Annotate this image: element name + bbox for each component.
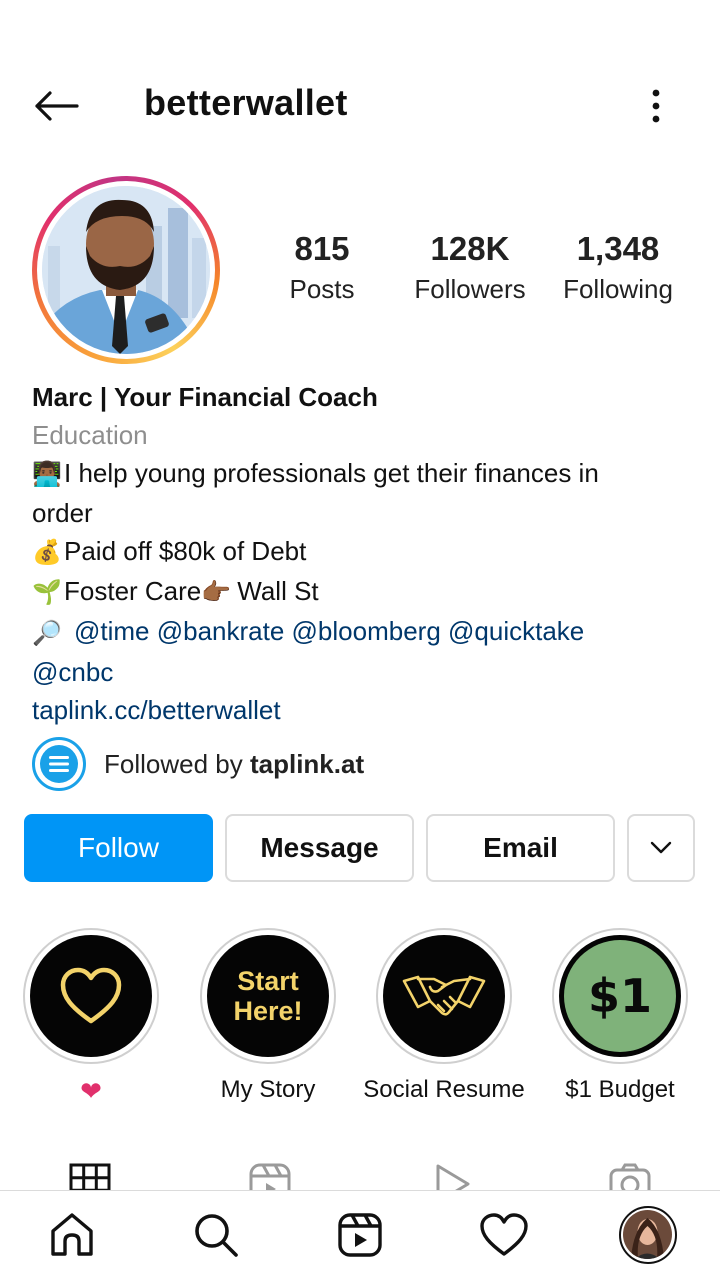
profile-avatar[interactable] <box>32 176 220 364</box>
profile-avatar-small <box>619 1206 677 1264</box>
back-button[interactable] <box>28 84 84 128</box>
handshake-icon <box>402 975 486 1016</box>
pointing-hand-emoji: 👉🏾 <box>201 579 232 607</box>
follow-button[interactable]: Follow <box>24 814 213 882</box>
followed-by-account[interactable]: taplink.at <box>250 749 364 779</box>
highlight-item[interactable]: Start Here! My Story <box>180 928 356 1104</box>
highlight-item[interactable]: $1 $1 Budget <box>532 928 708 1104</box>
user-avatar-image <box>623 1210 672 1259</box>
highlight-label: Social Resume <box>363 1076 525 1103</box>
arrow-left-icon <box>35 91 79 121</box>
highlight-item[interactable]: ❤ <box>3 928 179 1107</box>
home-icon <box>51 1213 93 1256</box>
bio-line: order <box>32 498 93 529</box>
seedling-emoji: 🌱 <box>32 579 62 607</box>
dollar-cover: $1 <box>564 940 676 1052</box>
heart-icon <box>480 1213 528 1256</box>
followed-by[interactable]: Followed by taplink.at <box>32 736 364 792</box>
story-highlights: ❤ Start Here! My Story Social Resume $1 … <box>0 928 720 1118</box>
nav-search[interactable] <box>190 1209 242 1261</box>
vertical-dots-icon <box>652 89 660 123</box>
bio-website-link[interactable]: taplink.cc/betterwallet <box>32 691 692 729</box>
highlight-cover-text: Here! <box>233 996 303 1026</box>
grid-icon[interactable] <box>68 1162 112 1192</box>
followers-stat[interactable]: 128K Followers <box>400 230 540 305</box>
highlight-label: ❤ <box>80 1076 102 1106</box>
reels-icon[interactable] <box>248 1162 292 1192</box>
chevron-down-icon <box>650 841 672 854</box>
posts-stat[interactable]: 815 Posts <box>262 230 382 305</box>
nav-activity[interactable] <box>478 1209 530 1261</box>
highlight-cover-text: Start <box>237 966 299 996</box>
video-play-icon[interactable] <box>430 1162 474 1192</box>
mention-link-cnbc[interactable]: @cnbc <box>32 653 692 691</box>
bio-mentions: 🔎 @time @bankrate @bloomberg @quicktake <box>32 612 692 652</box>
bio-line: 💰Paid off $80k of Debt <box>32 532 692 572</box>
nav-reels[interactable] <box>334 1209 386 1261</box>
profile-tabs <box>0 1158 720 1192</box>
mention-links[interactable]: @time @bankrate @bloomberg @quicktake <box>74 616 584 646</box>
more-options-button[interactable] <box>636 84 676 128</box>
bio-line: 🌱Foster Care👉🏾 Wall St <box>32 572 692 612</box>
taplink-avatar <box>32 737 86 791</box>
magnifier-emoji: 🔎 <box>32 619 62 647</box>
highlight-item[interactable] <box>708 928 720 1064</box>
profile-username: betterwallet <box>144 82 348 123</box>
followers-count: 128K <box>430 230 510 267</box>
highlight-cover-text: $1 <box>587 969 652 1023</box>
email-button[interactable]: Email <box>426 814 615 882</box>
avatar-image <box>42 186 210 354</box>
search-icon <box>195 1214 238 1257</box>
tagged-camera-icon[interactable] <box>608 1162 652 1192</box>
followers-label: Followers <box>414 274 526 304</box>
highlight-label: My Story <box>220 1076 316 1103</box>
posts-label: Posts <box>289 274 355 304</box>
nav-home[interactable] <box>46 1209 98 1261</box>
profile-header: betterwallet <box>0 70 720 140</box>
highlight-item[interactable]: Social Resume <box>356 928 532 1104</box>
profile-bio: Marc | Your Financial Coach Education 👨🏾… <box>32 378 692 729</box>
highlight-label: $1 Budget <box>565 1076 675 1103</box>
reels-icon <box>338 1213 382 1257</box>
suggested-accounts-button[interactable] <box>627 814 695 882</box>
following-stat[interactable]: 1,348 Following <box>550 230 686 305</box>
following-label: Following <box>563 274 673 304</box>
following-count: 1,348 <box>576 230 660 267</box>
message-button[interactable]: Message <box>225 814 414 882</box>
bio-line: 👨🏾‍💻I help young professionals get their… <box>32 454 692 494</box>
profile-category: Education <box>32 420 148 450</box>
technologist-emoji: 👨🏾‍💻 <box>32 461 62 489</box>
nav-profile[interactable] <box>618 1205 678 1265</box>
profile-display-name: Marc | Your Financial Coach <box>32 382 378 412</box>
posts-count: 815 <box>294 230 350 267</box>
followed-by-prefix: Followed by <box>104 748 250 779</box>
money-bag-emoji: 💰 <box>32 539 62 567</box>
menu-lines-icon <box>40 745 78 783</box>
heart-icon <box>60 967 122 1024</box>
bottom-navigation <box>0 1190 720 1280</box>
